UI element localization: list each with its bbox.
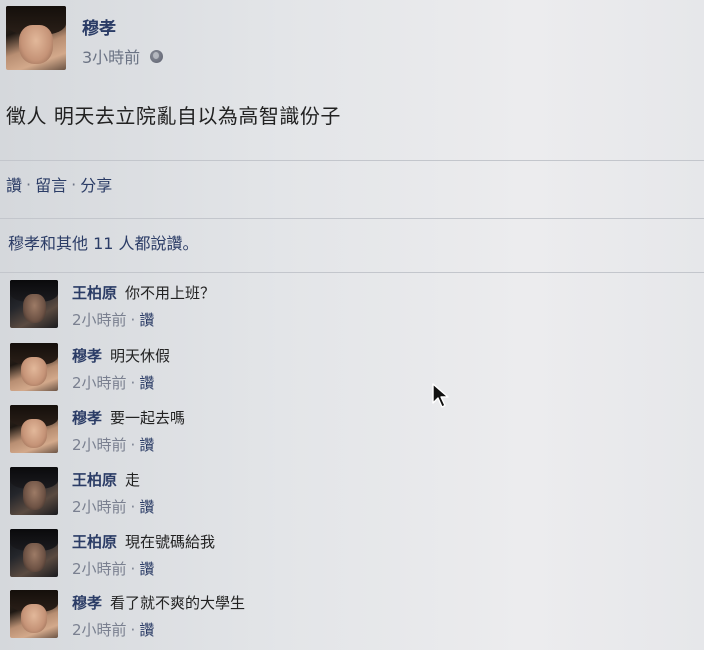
globe-icon[interactable] xyxy=(150,49,164,63)
post-header: 穆孝 3小時前 xyxy=(6,6,686,72)
comment-separator: · xyxy=(130,498,136,516)
comment-text: 走 xyxy=(125,471,141,489)
comment-body: 穆孝 明天休假 2小時前 · 讚 xyxy=(72,345,170,393)
action-separator: · xyxy=(71,174,77,194)
comment-body: 王柏原走 2小時前 · 讚 xyxy=(72,469,154,517)
avatar-face xyxy=(23,543,47,573)
comment-meta: 2小時前 · 讚 xyxy=(72,496,154,517)
commenter-avatar[interactable] xyxy=(10,280,58,328)
commenter-name[interactable]: 穆孝 xyxy=(72,407,102,428)
comment-timestamp[interactable]: 2小時前 xyxy=(72,372,127,393)
facebook-post-screen: 穆孝 3小時前 徵人 明天去立院亂自以為高智識份子 讚 · 留言 · 分享 穆孝… xyxy=(0,0,704,650)
divider-likes xyxy=(0,272,704,273)
comment-text: 明天休假 xyxy=(110,347,171,365)
divider-top xyxy=(0,160,704,161)
commenter-name[interactable]: 穆孝 xyxy=(72,345,102,366)
comment-separator: · xyxy=(130,374,136,392)
comment-text: 看了就不爽的大學生 xyxy=(110,594,246,612)
avatar-face xyxy=(19,25,53,64)
comment-like-link[interactable]: 讚 xyxy=(139,309,154,330)
post-text: 徵人 明天去立院亂自以為高智識份子 xyxy=(6,104,341,128)
comment-link[interactable]: 留言 xyxy=(35,172,67,196)
comment-timestamp[interactable]: 2小時前 xyxy=(72,434,127,455)
comment-line: 王柏原 你不用上班？ xyxy=(72,282,215,303)
author-avatar[interactable] xyxy=(6,6,66,70)
comment-like-link[interactable]: 讚 xyxy=(139,558,154,579)
comment-timestamp[interactable]: 2小時前 xyxy=(72,496,127,517)
comment-meta: 2小時前 · 讚 xyxy=(72,309,215,330)
comment-line: 穆孝 看了就不爽的大學生 xyxy=(72,592,245,613)
post-actions: 讚 · 留言 · 分享 xyxy=(6,172,112,196)
likes-summary[interactable]: 穆孝和其他 11 人都說讚。 xyxy=(8,230,199,254)
comment-body: 王柏原 現在號碼給我 2小時前 · 讚 xyxy=(72,531,215,579)
comment-row: 王柏原 現在號碼給我 2小時前 · 讚 xyxy=(10,529,610,585)
avatar-face xyxy=(20,419,48,449)
commenter-name[interactable]: 王柏原 xyxy=(72,531,117,552)
comment-line: 穆孝 明天休假 xyxy=(72,345,170,366)
commenter-avatar[interactable] xyxy=(10,467,58,515)
comment-row: 王柏原 你不用上班？ 2小時前 · 讚 xyxy=(10,280,610,336)
comment-like-link[interactable]: 讚 xyxy=(139,372,154,393)
avatar-face xyxy=(20,357,48,387)
comment-like-link[interactable]: 讚 xyxy=(139,619,154,640)
post-timestamp[interactable]: 3小時前 xyxy=(82,44,140,68)
comment-body: 穆孝 要一起去嗎 2小時前 · 讚 xyxy=(72,407,185,455)
divider-actions xyxy=(0,218,704,219)
comment-separator: · xyxy=(130,560,136,578)
like-link[interactable]: 讚 xyxy=(6,172,22,196)
comment-row: 穆孝 看了就不爽的大學生 2小時前 · 讚 xyxy=(10,590,610,646)
comment-meta: 2小時前 · 讚 xyxy=(72,434,185,455)
comment-text: 你不用上班？ xyxy=(125,284,216,302)
comment-meta: 2小時前 · 讚 xyxy=(72,558,215,579)
comment-text: 要一起去嗎 xyxy=(110,409,186,427)
comment-meta: 2小時前 · 讚 xyxy=(72,619,245,640)
likes-summary-bar: 穆孝和其他 11 人都說讚。 xyxy=(0,225,704,259)
comment-body: 穆孝 看了就不爽的大學生 2小時前 · 讚 xyxy=(72,592,245,640)
share-link[interactable]: 分享 xyxy=(80,172,112,196)
comment-row: 穆孝 明天休假 2小時前 · 讚 xyxy=(10,343,610,399)
post-author-name[interactable]: 穆孝 xyxy=(82,14,116,39)
avatar-face xyxy=(20,604,48,634)
mouse-cursor-icon xyxy=(432,383,449,408)
commenter-avatar[interactable] xyxy=(10,590,58,638)
comment-text: 現在號碼給我 xyxy=(125,533,216,551)
comment-line: 穆孝 要一起去嗎 xyxy=(72,407,185,428)
action-separator: · xyxy=(26,174,32,194)
commenter-name[interactable]: 穆孝 xyxy=(72,592,102,613)
comment-row: 穆孝 要一起去嗎 2小時前 · 讚 xyxy=(10,405,610,461)
avatar-face xyxy=(23,481,47,511)
commenter-avatar[interactable] xyxy=(10,529,58,577)
comment-timestamp[interactable]: 2小時前 xyxy=(72,619,127,640)
commenter-avatar[interactable] xyxy=(10,405,58,453)
comment-like-link[interactable]: 讚 xyxy=(139,434,154,455)
comment-separator: · xyxy=(130,621,136,639)
comment-meta: 2小時前 · 讚 xyxy=(72,372,170,393)
commenter-name[interactable]: 王柏原 xyxy=(72,469,117,490)
comment-row: 王柏原走 2小時前 · 讚 xyxy=(10,467,610,523)
comment-separator: · xyxy=(130,436,136,454)
commenter-avatar[interactable] xyxy=(10,343,58,391)
comment-timestamp[interactable]: 2小時前 xyxy=(72,309,127,330)
commenter-name[interactable]: 王柏原 xyxy=(72,282,117,303)
avatar-face xyxy=(23,294,47,324)
comment-line: 王柏原走 xyxy=(72,469,154,490)
post-meta: 3小時前 xyxy=(82,44,164,68)
comment-like-link[interactable]: 讚 xyxy=(139,496,154,517)
comment-separator: · xyxy=(130,311,136,329)
comment-body: 王柏原 你不用上班？ 2小時前 · 讚 xyxy=(72,282,215,330)
comment-timestamp[interactable]: 2小時前 xyxy=(72,558,127,579)
comment-line: 王柏原 現在號碼給我 xyxy=(72,531,215,552)
